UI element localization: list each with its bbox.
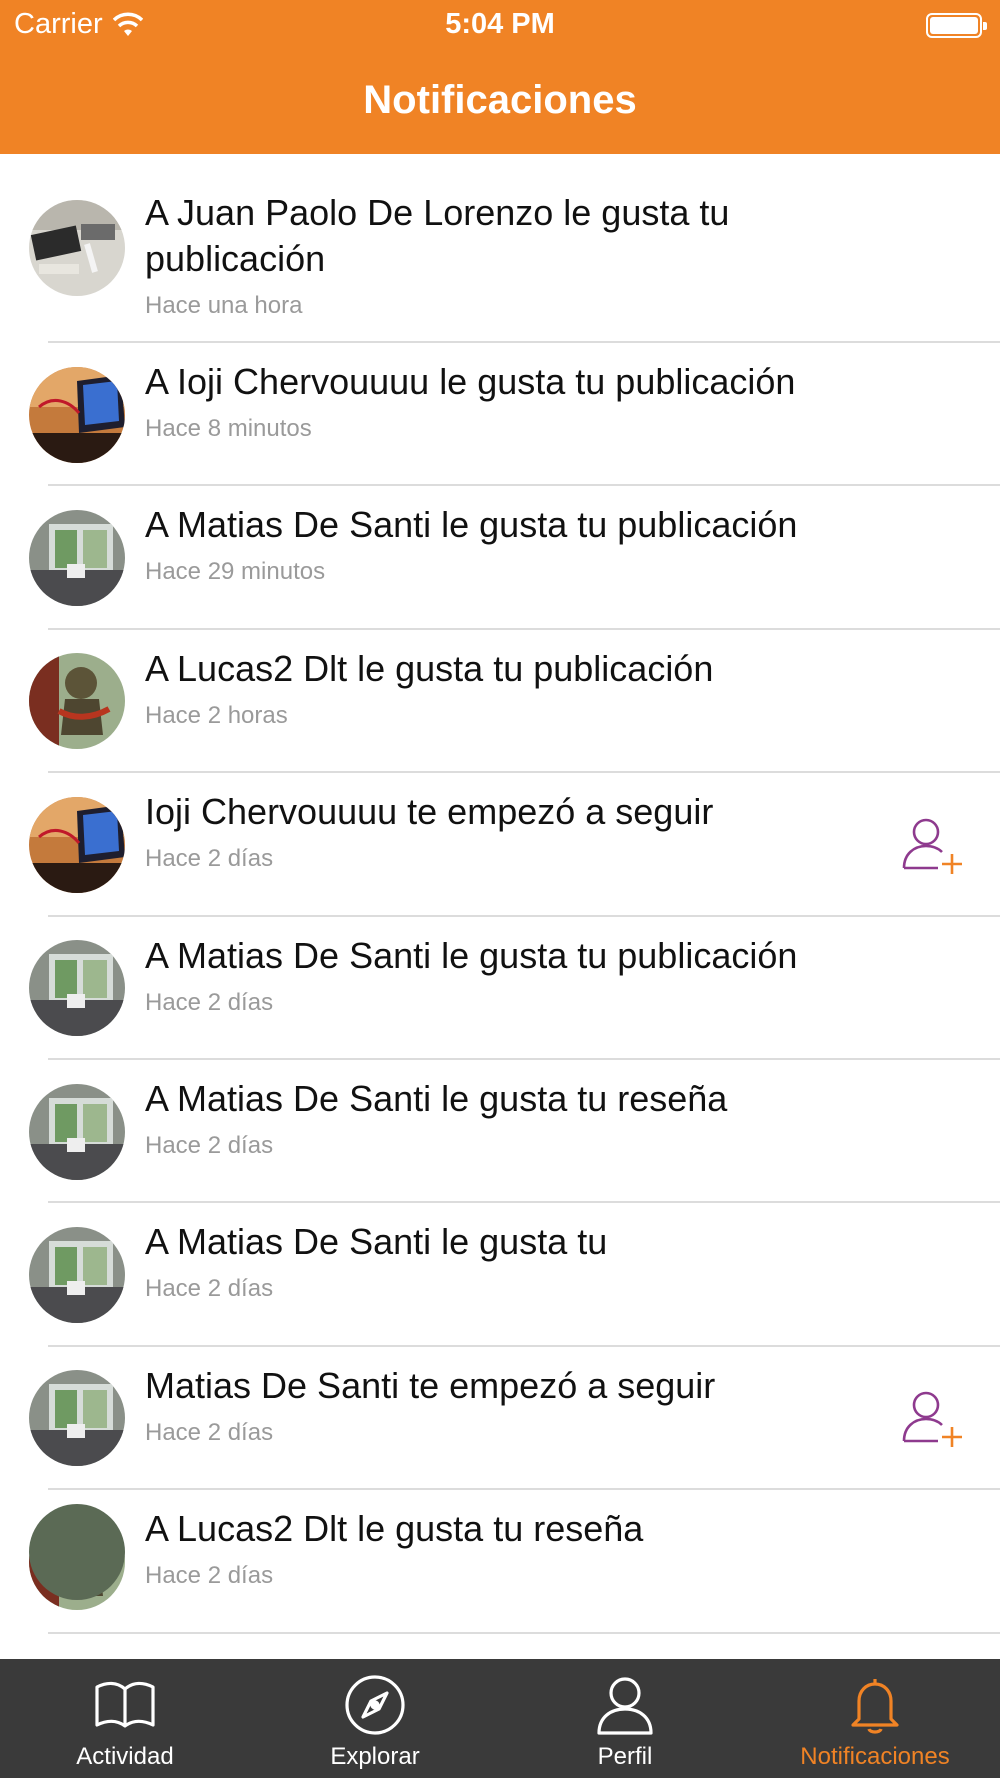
- notification-time: Hace 2 días: [145, 1562, 274, 1590]
- tab-actividad[interactable]: Actividad: [0, 1659, 250, 1778]
- notification-text: A Ioji Chervouuuu le gusta tu publicació…: [145, 361, 796, 402]
- notification-text: A Lucas2 Dlt le gusta tu reseña: [145, 1508, 644, 1550]
- notification-text: A Matias De Santi le gusta tu publicació…: [145, 934, 798, 976]
- tab-notificaciones[interactable]: Notificaciones: [750, 1659, 1000, 1778]
- notification-text: A Matias De Santi le gusta tu: [145, 1221, 608, 1263]
- notification-time: Hace 2 días: [145, 845, 274, 873]
- avatar[interactable]: [29, 366, 125, 463]
- notification-time: Hace 29 minutos: [145, 558, 326, 586]
- avatar[interactable]: [29, 1370, 125, 1467]
- tab-perfil[interactable]: Perfil: [500, 1659, 750, 1778]
- follow-user-icon[interactable]: [902, 816, 964, 874]
- notification-list[interactable]: A Juan Paolo De Lorenzo le gusta tu publ…: [0, 154, 1000, 1659]
- notification-text: A Lucas2 Dlt le gusta tu publicación: [145, 647, 714, 689]
- notification-time: Hace 2 días: [145, 1275, 274, 1303]
- avatar[interactable]: [29, 1227, 125, 1324]
- status-time: 5:04 PM: [445, 8, 555, 40]
- page-title: Notificaciones: [363, 78, 637, 122]
- notification-row[interactable]: A Matias De Santi le gusta tu publicació…: [0, 917, 1000, 1061]
- book-icon: [95, 1681, 155, 1728]
- notification-time: Hace 2 días: [145, 988, 274, 1016]
- status-bar: Carrier 5:04 PM: [0, 0, 1000, 52]
- notification-row[interactable]: A Matias De Santi le gusta tu reseña Hace…: [0, 1060, 1000, 1204]
- person-icon: [597, 1677, 653, 1735]
- notification-text: Ioji Chervouuuu te empezó a seguir: [145, 791, 714, 833]
- notification-row[interactable]: A Matias De Santi le gusta tu publicació…: [0, 486, 1000, 631]
- notification-row[interactable]: A Ioji Chervouuuu le gusta tu publicació…: [0, 343, 1000, 487]
- bell-icon: [851, 1679, 899, 1734]
- notification-time: Hace 2 días: [145, 1418, 274, 1446]
- tab-label: Explorar: [330, 1743, 420, 1770]
- notification-text: A Matias De Santi le gusta tu reseña: [145, 1077, 728, 1119]
- notification-time: Hace 2 horas: [145, 701, 288, 729]
- notification-row[interactable]: A Lucas2 Dlt le gusta tu publicación Hace…: [0, 630, 1000, 774]
- avatar[interactable]: [29, 510, 125, 607]
- notification-text: A Matias De Santi le gusta tu publicació…: [145, 504, 798, 546]
- tab-label: Perfil: [597, 1743, 653, 1770]
- tab-label: Notificaciones: [800, 1743, 950, 1770]
- avatar: [29, 1504, 125, 1600]
- avatar[interactable]: [29, 796, 125, 893]
- follow-user-icon[interactable]: [902, 1389, 964, 1448]
- notification-text: A Juan Paolo De Lorenzo le gusta tu publ…: [145, 192, 730, 279]
- tab-bar: Actividad Explorar Perfil Notificaciones: [0, 1659, 1000, 1778]
- notification-row[interactable]: Ioji Chervouuuu te empezó a seguir Hace 2…: [0, 773, 1000, 917]
- navigation-header: Carrier 5:04 PM Notificaciones: [0, 0, 1000, 154]
- notification-time: Hace una hora: [145, 292, 303, 319]
- avatar[interactable]: [29, 200, 125, 296]
- avatar[interactable]: [29, 1083, 125, 1180]
- notification-row[interactable]: A Juan Paolo De Lorenzo le gusta tu publ…: [0, 154, 1000, 343]
- avatar[interactable]: [29, 940, 125, 1037]
- tab-explorar[interactable]: Explorar: [250, 1659, 500, 1778]
- notification-text: Matias De Santi te empezó a seguir: [145, 1364, 716, 1406]
- tab-label: Actividad: [76, 1743, 174, 1770]
- compass-icon: [345, 1675, 405, 1735]
- battery-icon: [926, 13, 987, 38]
- notification-time: Hace 2 días: [145, 1131, 274, 1159]
- notification-time: Hace 8 minutos: [145, 415, 312, 442]
- notification-row[interactable]: A Lucas2 Dlt le gusta tu reseña Hace 2 dí…: [0, 1490, 1000, 1634]
- avatar[interactable]: [29, 653, 125, 750]
- notification-row[interactable]: A Matias De Santi le gusta tu Hace 2 días: [0, 1203, 1000, 1348]
- notification-row[interactable]: Matias De Santi te empezó a seguir Hace 2…: [0, 1347, 1000, 1491]
